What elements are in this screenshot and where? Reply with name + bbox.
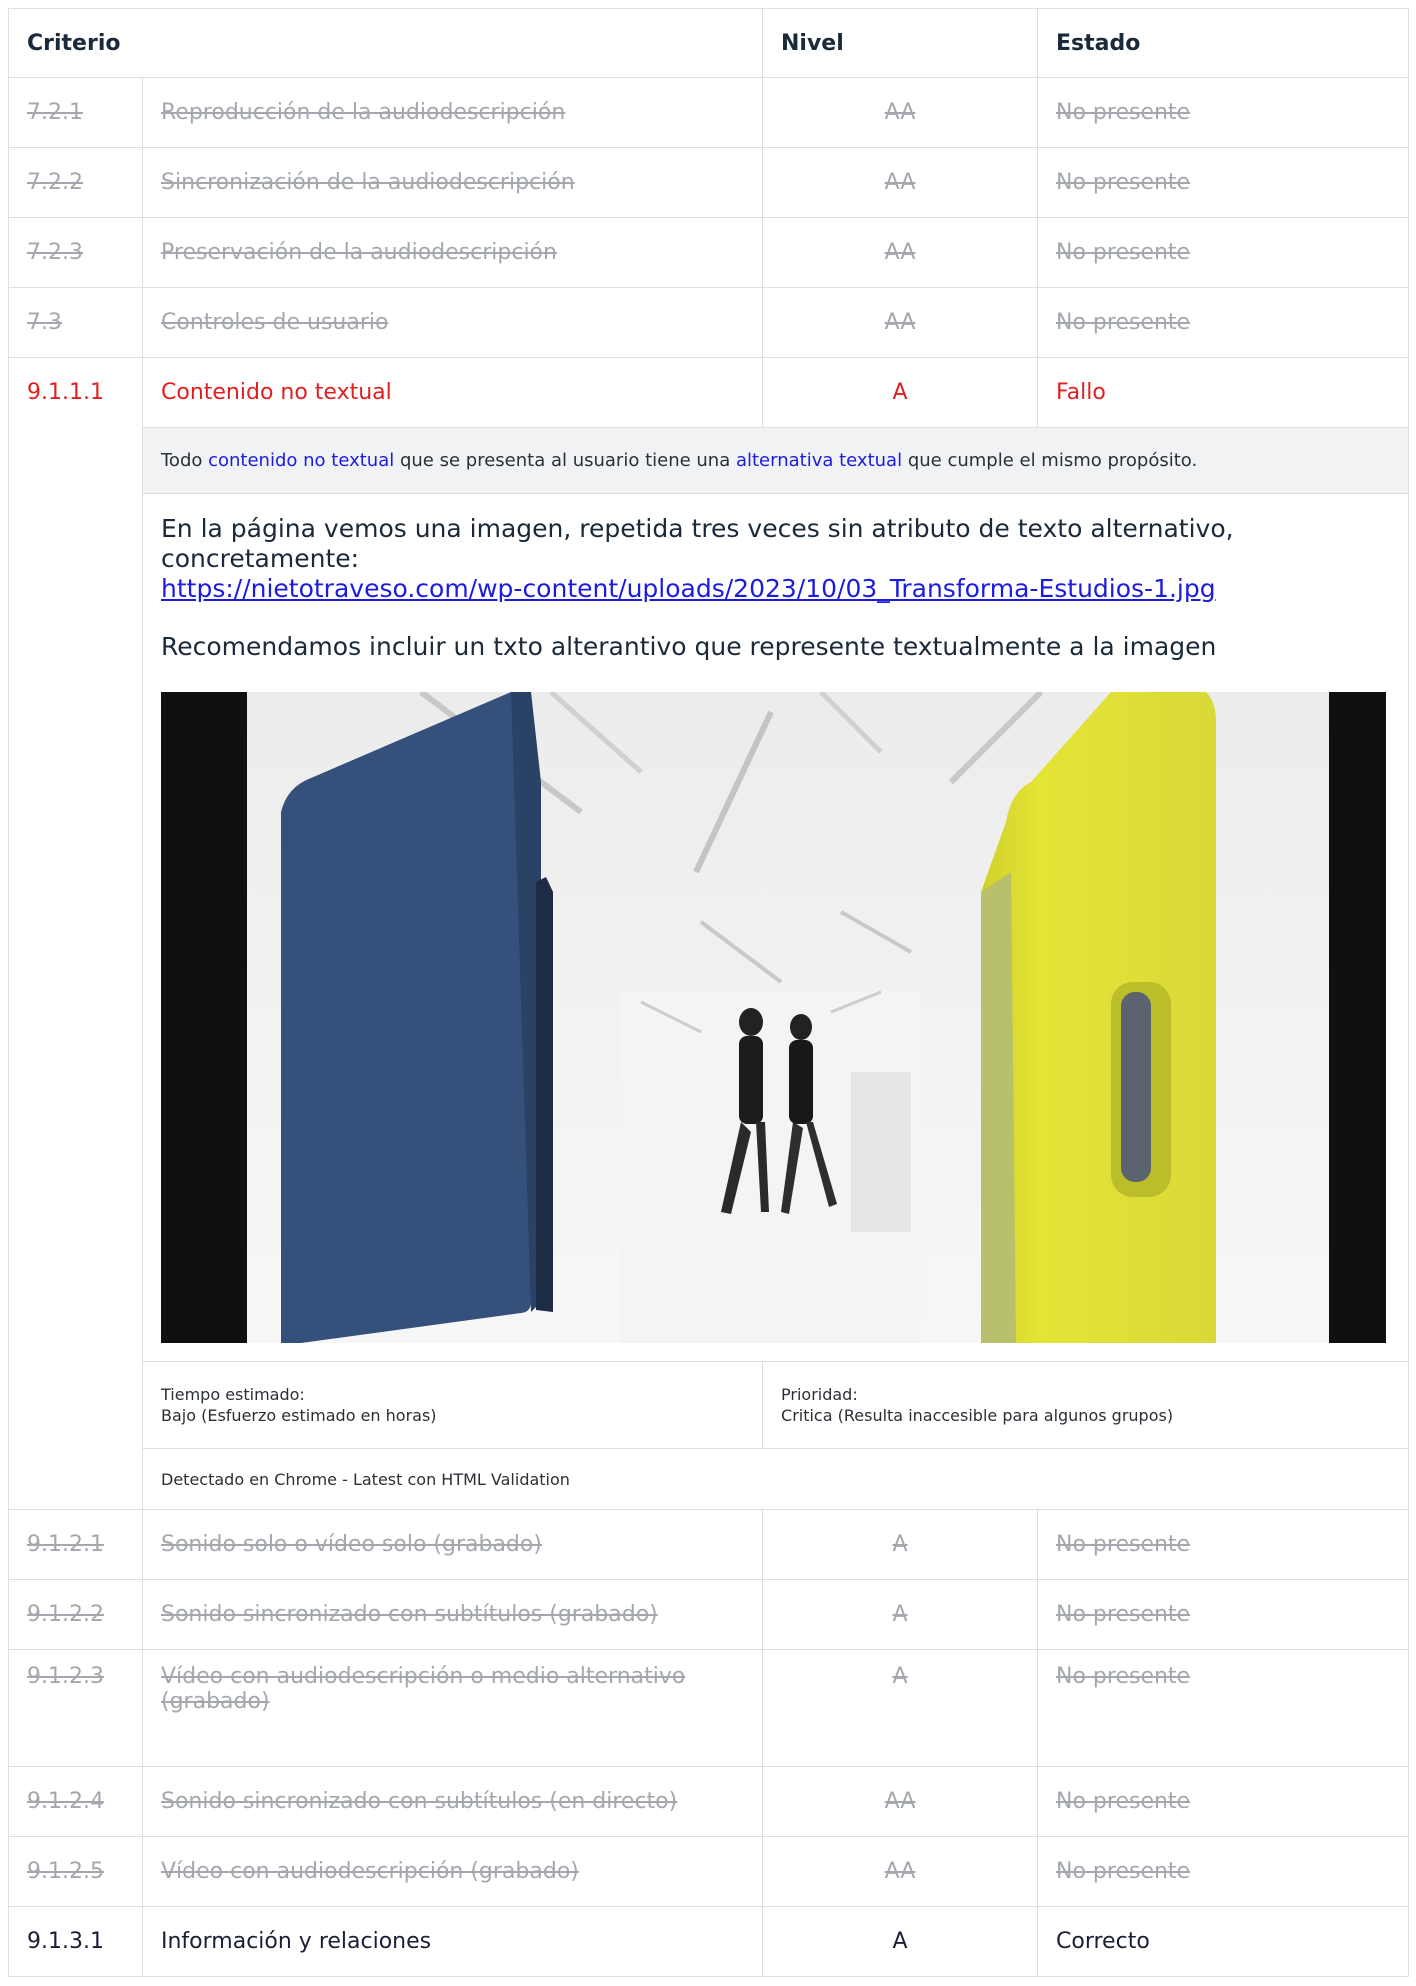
criterion-name: Reproducción de la audiodescripción (141, 77, 764, 148)
table-row[interactable]: 9.1.2.3 Vídeo con audiodescripción o med… (8, 1649, 1410, 1767)
interior-photo-illustration (161, 692, 1386, 1343)
nivel-header: Nivel (762, 8, 1039, 78)
estado-header: Estado (1037, 8, 1410, 78)
criterion-level: A (762, 1579, 1039, 1650)
criterion-id: 9.1.3.1 (8, 1906, 143, 1977)
contenido-no-textual-link[interactable]: contenido no textual (208, 450, 394, 471)
criterion-id: 7.2.2 (8, 147, 143, 218)
criterion-status: No presente (1037, 287, 1410, 358)
criterion-id: 9.1.1.1 (8, 357, 143, 1510)
table-row[interactable]: 7.2.3 Preservación de la audiodescripció… (8, 217, 1410, 288)
criterio-header: Criterio (7, 8, 764, 78)
alternativa-textual-link[interactable]: alternativa textual (736, 450, 902, 471)
criterion-name: Vídeo con audiodescripción o medio alter… (141, 1649, 764, 1767)
description-text-pre: Todo (161, 450, 209, 471)
criterion-level: AA (762, 287, 1039, 358)
criterion-level: AA (762, 147, 1039, 218)
priority-label: Prioridad: (781, 1385, 858, 1404)
detected-row: Detectado en Chrome - Latest con HTML Va… (9, 1448, 1410, 1510)
criterion-id: 9.1.2.2 (8, 1579, 143, 1650)
criterion-name: Vídeo con audiodescripción (grabado) (141, 1836, 764, 1907)
criterion-name: Controles de usuario (141, 287, 764, 358)
estimated-time-value: Bajo (Esfuerzo estimado en horas) (161, 1406, 437, 1425)
audit-comment: En la página vemos una imagen, repetida … (141, 493, 1410, 1362)
criterion-status: Fallo (1037, 357, 1410, 428)
criterion-status: No presente (1037, 147, 1410, 218)
meta-row: Tiempo estimado: Bajo (Esfuerzo estimado … (9, 1361, 1410, 1449)
criterion-name: Preservación de la audiodescripción (141, 217, 764, 288)
criterion-status: No presente (1037, 77, 1410, 148)
criterion-name: Contenido no textual (141, 357, 764, 428)
criterion-id: 7.2.1 (8, 77, 143, 148)
criterion-name: Sonido sincronizado con subtítulos (grab… (141, 1579, 764, 1650)
table-row[interactable]: 9.1.2.5 Vídeo con audiodescripción (grab… (8, 1836, 1410, 1907)
detected-info: Detectado en Chrome - Latest con HTML Va… (141, 1448, 1410, 1510)
criterion-level: AA (762, 1766, 1039, 1837)
criterion-level: A (762, 357, 1039, 428)
criterion-status: No presente (1037, 217, 1410, 288)
criterion-status: No presente (1037, 1509, 1410, 1580)
criterion-id: 9.1.2.3 (8, 1649, 143, 1767)
criterion-status: No presente (1037, 1766, 1410, 1837)
criterion-id: 7.3 (8, 287, 143, 358)
criterion-status: No presente (1037, 1579, 1410, 1650)
criteria-table: Criterio Nivel Estado 7.2.1 Reproducción… (7, 8, 1410, 1977)
criterion-name: Sonido sincronizado con subtítulos (en d… (141, 1766, 764, 1837)
criterion-status: No presente (1037, 1836, 1410, 1907)
criterion-id: 7.2.3 (8, 217, 143, 288)
table-row[interactable]: 7.3 Controles de usuario AA No presente (8, 287, 1410, 358)
criterion-description-row: Todo contenido no textual que se present… (9, 427, 1410, 494)
table-row[interactable]: 7.2.2 Sincronización de la audiodescripc… (8, 147, 1410, 218)
table-row[interactable]: 9.1.2.2 Sonido sincronizado con subtítul… (8, 1579, 1410, 1650)
image-url-link[interactable]: https://nietotraveso.com/wp-content/uplo… (161, 574, 1390, 604)
estimated-time-label: Tiempo estimado: (161, 1385, 305, 1404)
criterion-name: Sincronización de la audiodescripción (141, 147, 764, 218)
table-header: Criterio Nivel Estado (7, 8, 1410, 78)
criterion-id: 9.1.2.4 (8, 1766, 143, 1837)
criterion-level: A (762, 1906, 1039, 1977)
description-text-post: que cumple el mismo propósito. (902, 450, 1198, 471)
criterion-level: A (762, 1649, 1039, 1767)
criterion-description: Todo contenido no textual que se present… (141, 427, 1410, 494)
description-text-mid: que se presenta al usuario tiene una (394, 450, 736, 471)
table-row[interactable]: 9.1.3.1 Información y relaciones A Corre… (8, 1906, 1410, 1977)
comment-row: En la página vemos una imagen, repetida … (9, 493, 1410, 1362)
recommendation-text: Recomendamos incluir un txto alterantivo… (161, 632, 1217, 661)
failed-row[interactable]: 9.1.1.1 Contenido no textual A Fallo (8, 357, 1410, 1510)
criterion-name: Información y relaciones (141, 1906, 764, 1977)
priority-value: Critica (Resulta inaccesible para alguno… (781, 1406, 1174, 1425)
estimated-time: Tiempo estimado: Bajo (Esfuerzo estimado … (141, 1361, 764, 1449)
criterion-status: No presente (1037, 1649, 1410, 1767)
comment-text: En la página vemos una imagen, repetida … (161, 514, 1234, 573)
table-row[interactable]: 7.2.1 Reproducción de la audiodescripció… (8, 77, 1410, 148)
criterion-level: AA (762, 217, 1039, 288)
criterion-status: Correcto (1037, 1906, 1410, 1977)
criterion-level: AA (762, 1836, 1039, 1907)
table-row[interactable]: 9.1.2.1 Sonido solo o vídeo solo (grabad… (8, 1509, 1410, 1580)
criterion-name: Sonido solo o vídeo solo (grabado) (141, 1509, 764, 1580)
criterion-level: AA (762, 77, 1039, 148)
table-row[interactable]: 9.1.2.4 Sonido sincronizado con subtítul… (8, 1766, 1410, 1837)
criterion-id: 9.1.2.1 (8, 1509, 143, 1580)
screenshot-image (161, 692, 1386, 1343)
criterion-level: A (762, 1509, 1039, 1580)
criterion-id: 9.1.2.5 (8, 1836, 143, 1907)
priority: Prioridad: Critica (Resulta inaccesible p… (762, 1361, 1410, 1449)
